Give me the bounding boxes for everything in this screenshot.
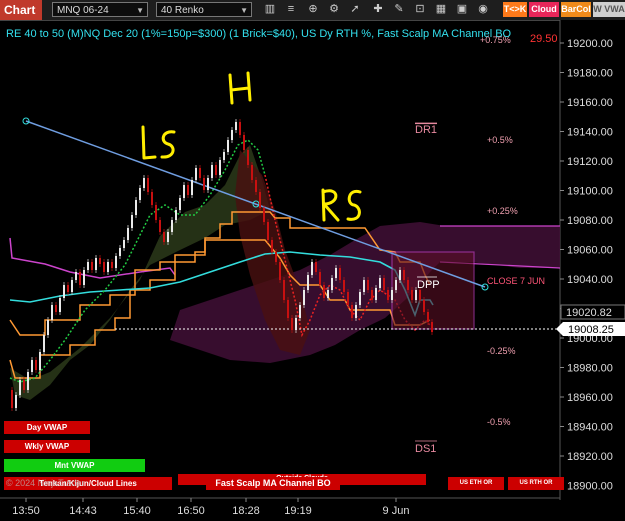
pct-minus-05: -0.5%: [487, 417, 511, 427]
chart-tab[interactable]: Chart: [0, 0, 42, 20]
time-tick-label: 18:28: [232, 505, 260, 517]
calendar-icon[interactable]: ▣: [454, 2, 470, 17]
annotation-h: [228, 71, 252, 105]
cloud-toggle[interactable]: Cloud: [529, 2, 559, 17]
period-selector[interactable]: 40 Renko ▼: [156, 2, 252, 17]
current-price-label: 19020.82: [566, 307, 612, 319]
list-icon[interactable]: ≡: [283, 2, 299, 17]
price-tick-label: 19120.00: [567, 156, 613, 168]
chevron-down-icon: ▼: [136, 6, 144, 15]
pct-plus-025: +0.25%: [487, 206, 518, 216]
ds1-label: DS1: [415, 443, 436, 455]
price-tick-label: 19160.00: [567, 97, 613, 109]
price-tick-label: 18920.00: [567, 451, 613, 463]
zoom-icon[interactable]: ⊕: [305, 2, 321, 17]
tk-toggle[interactable]: T<>K: [503, 2, 527, 17]
dpp-label: DPP: [417, 279, 440, 291]
time-tick-label: 19:19: [284, 505, 312, 517]
annotation-rs: [321, 188, 362, 222]
period-label: 40 Renko: [161, 5, 204, 16]
wkly-vwap-button[interactable]: Wkly VWAP: [4, 440, 90, 453]
time-axis[interactable]: 13:50 14:43 15:40 16:50 18:28 19:19 9 Jun: [12, 498, 409, 517]
barcol-toggle[interactable]: BarCol: [561, 2, 591, 17]
instrument-label: MNQ 06-24: [57, 5, 109, 16]
price-tick-label: 19140.00: [567, 127, 613, 139]
pct-plus-05: +0.5%: [487, 135, 513, 145]
chart-canvas[interactable]: RE 40 to 50 (M)NQ Dec 20 (1%=150p=$300) …: [0, 20, 625, 521]
price-tick-label: 19100.00: [567, 186, 613, 198]
price-tick-label: 19180.00: [567, 68, 613, 80]
price-tick-label: 18980.00: [567, 363, 613, 375]
dr1-label: DR1: [415, 124, 437, 136]
chart-header-title: RE 40 to 50 (M)NQ Dec 20 (1%=150p=$300) …: [6, 28, 512, 40]
fast-scalp-button[interactable]: Fast Scalp MA Channel BO: [206, 477, 340, 490]
close-label: CLOSE 7 JUN: [487, 276, 545, 286]
time-tick-label: 13:50: [12, 505, 40, 517]
top-right-pct: +0.75%: [480, 35, 511, 45]
properties-icon[interactable]: ⚙: [326, 2, 342, 17]
price-tick-label: 19200.00: [567, 38, 613, 50]
us-eth-or-button[interactable]: US ETH OR: [448, 477, 504, 490]
pencil-icon[interactable]: ✎: [391, 2, 407, 17]
price-tick-label: 19080.00: [567, 215, 613, 227]
bar-chart-icon[interactable]: ▥: [262, 2, 278, 17]
price-tick-label: 18940.00: [567, 422, 613, 434]
price-tick-label: 18900.00: [567, 481, 613, 493]
toolbar: Chart MNQ 06-24 ▼ 40 Renko ▼ ▥ ≡ ⊕ ⚙ ➚ ✚…: [0, 0, 625, 21]
annotation-ls: [141, 125, 176, 160]
time-tick-label: 16:50: [177, 505, 205, 517]
pct-minus-025: -0.25%: [487, 346, 516, 356]
time-tick-label: 15:40: [123, 505, 151, 517]
layout-icon[interactable]: ▦: [433, 2, 449, 17]
vwap-toggle[interactable]: W VWA: [593, 2, 625, 17]
time-tick-label: 14:43: [69, 505, 97, 517]
price-tick-label: 19040.00: [567, 274, 613, 286]
price-tick-label: 18960.00: [567, 392, 613, 404]
top-right-value: 29.50: [530, 33, 558, 45]
instrument-selector[interactable]: MNQ 06-24 ▼: [52, 2, 148, 17]
day-vwap-button[interactable]: Day VWAP: [4, 421, 90, 434]
pointer-icon[interactable]: ➚: [347, 2, 363, 17]
crosshair-icon[interactable]: ✚: [370, 2, 386, 17]
price-tick-label: 19060.00: [567, 245, 613, 257]
camera-icon[interactable]: ◉: [475, 2, 491, 17]
us-rth-or-button[interactable]: US RTH OR: [508, 477, 564, 490]
mnt-vwap-button[interactable]: Mnt VWAP: [4, 459, 145, 472]
marker-price-label: 19008.25: [568, 324, 614, 336]
time-tick-label: 9 Jun: [383, 505, 410, 517]
copyright-text: © 2024 NinjaTrader: [6, 478, 85, 488]
lock-icon[interactable]: ⊡: [412, 2, 428, 17]
chevron-down-icon: ▼: [240, 6, 248, 15]
